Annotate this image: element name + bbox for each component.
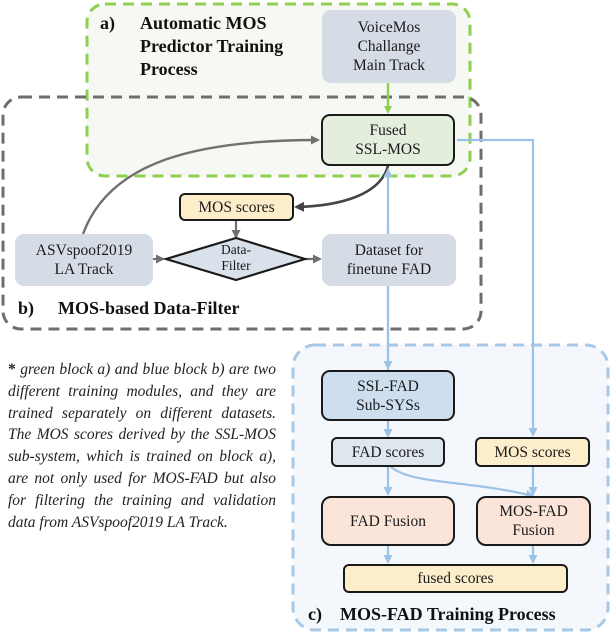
footnote-marker: * — [8, 361, 16, 378]
footnote-text: green block a) and blue block b) are two… — [8, 361, 277, 531]
arrow-fused-to-mos-scores-fad — [457, 138, 538, 437]
section-a-title: a) Automatic MOS Predictor Training Proce… — [100, 12, 310, 81]
mos-fad-fusion-node: MOS-FAD Fusion — [476, 496, 591, 546]
section-b-title: b) MOS-based Data-Filter — [18, 297, 318, 320]
section-a-title-text: Automatic MOS Predictor Training Process — [140, 13, 284, 79]
fused-scores-node: fused scores — [343, 564, 568, 593]
dataset-finetune-node: Dataset for finetune FAD — [322, 234, 456, 286]
mos-scores-fad-node: MOS scores — [475, 437, 590, 467]
arrow-fad-scores-to-mos-fad-fusion — [389, 465, 535, 499]
data-filter-label: Data- Filter — [221, 242, 251, 273]
section-a-letter: a) — [100, 13, 115, 33]
asvspoof-node: ASVspoof2019 LA Track — [15, 234, 153, 286]
fad-scores-node: FAD scores — [331, 437, 445, 467]
section-c-title: c) MOS-FAD Training Process — [308, 603, 608, 626]
mos-scores-filter-node: MOS scores — [179, 193, 294, 221]
section-c-letter: c) — [308, 604, 322, 624]
fad-fusion-node: FAD Fusion — [321, 496, 455, 546]
section-b-title-text: MOS-based Data-Filter — [58, 298, 240, 318]
voicemos-node: VoiceMos Challange Main Track — [322, 10, 456, 83]
fused-ssl-mos-node: Fused SSL-MOS — [321, 114, 455, 166]
section-c-title-text: MOS-FAD Training Process — [340, 604, 556, 624]
arrow-fused-to-mos-scores — [294, 165, 390, 212]
footnote: * green block a) and blue block b) are t… — [8, 359, 276, 533]
section-b-letter: b) — [18, 298, 35, 318]
ssl-fad-node: SSL-FAD Sub-SYSs — [321, 370, 455, 421]
